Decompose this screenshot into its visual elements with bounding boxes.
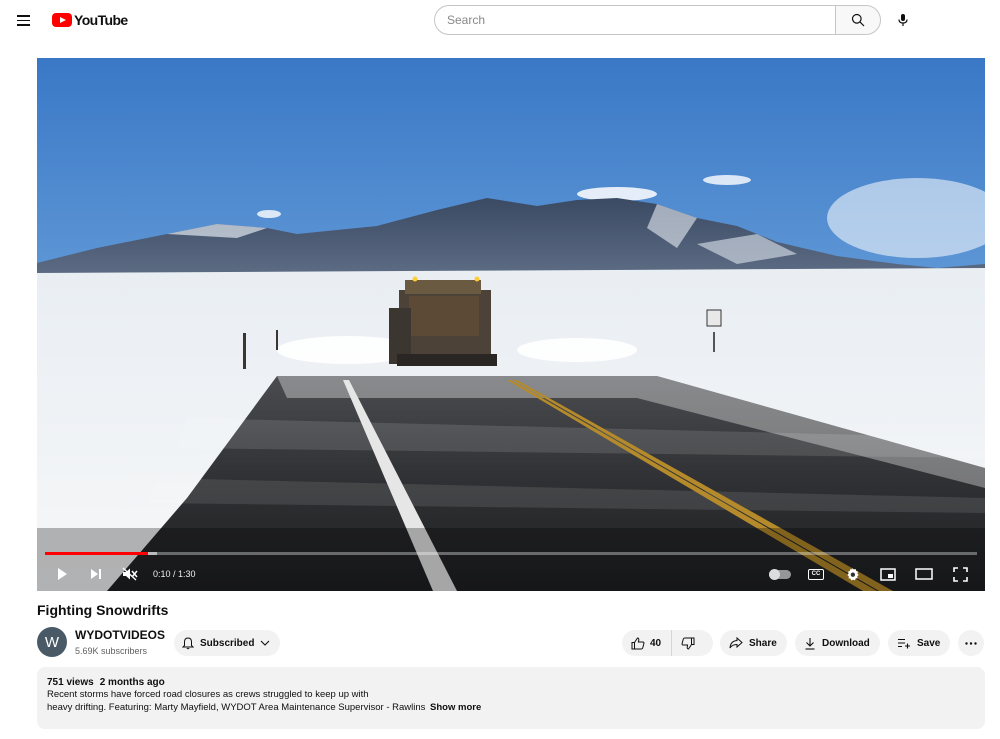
description-line-1: Recent storms have forced road closures … bbox=[47, 689, 369, 700]
video-frame bbox=[37, 58, 985, 591]
guide-menu-icon[interactable] bbox=[14, 10, 34, 30]
voice-search-button[interactable] bbox=[889, 6, 917, 34]
video-title: Fighting Snowdrifts bbox=[37, 602, 169, 618]
share-button[interactable]: Share bbox=[720, 630, 787, 656]
captions-icon: CC bbox=[808, 568, 824, 580]
captions-button[interactable]: CC bbox=[801, 562, 831, 586]
subscribed-label: Subscribed bbox=[200, 637, 255, 649]
player-controls-right: CC bbox=[759, 562, 975, 586]
fullscreen-button[interactable] bbox=[945, 562, 975, 586]
like-button[interactable]: 40 bbox=[622, 630, 673, 656]
chevron-down-icon bbox=[261, 640, 270, 646]
download-button[interactable]: Download bbox=[795, 630, 880, 656]
thumbs-down-icon bbox=[681, 637, 695, 650]
time-display: 0:10 / 1:30 bbox=[153, 569, 196, 579]
channel-avatar[interactable]: W bbox=[37, 627, 67, 657]
theater-mode-button[interactable] bbox=[909, 562, 939, 586]
player-controls-left: 0:10 / 1:30 bbox=[47, 562, 196, 586]
play-button[interactable] bbox=[47, 562, 77, 586]
subscribed-button[interactable]: Subscribed bbox=[174, 630, 281, 656]
autoplay-toggle-icon bbox=[769, 568, 791, 580]
progress-played bbox=[45, 552, 149, 555]
subscriber-count: 5.69K subscribers bbox=[75, 646, 148, 656]
more-actions-button[interactable] bbox=[958, 630, 984, 656]
like-count: 40 bbox=[650, 637, 662, 649]
more-horizontal-icon bbox=[965, 641, 977, 645]
save-to-playlist-icon bbox=[898, 638, 910, 648]
save-button[interactable]: Save bbox=[888, 630, 951, 656]
download-icon bbox=[805, 637, 815, 650]
save-label: Save bbox=[917, 637, 941, 649]
show-more-link[interactable]: Show more bbox=[430, 702, 481, 713]
upload-date: 2 months ago bbox=[99, 677, 165, 688]
search-button[interactable] bbox=[835, 5, 881, 35]
masthead: YouTube bbox=[0, 0, 1000, 40]
share-label: Share bbox=[749, 637, 777, 649]
mute-button[interactable] bbox=[115, 562, 145, 586]
search-input[interactable] bbox=[434, 5, 835, 35]
description-box[interactable]: 751 views 2 months ago Recent storms have… bbox=[37, 667, 985, 729]
download-label: Download bbox=[822, 637, 870, 649]
theater-mode-icon bbox=[915, 568, 933, 580]
view-count: 751 views bbox=[47, 677, 94, 688]
miniplayer-icon bbox=[880, 567, 896, 581]
youtube-logo[interactable]: YouTube bbox=[52, 11, 128, 29]
next-button[interactable] bbox=[81, 562, 111, 586]
autoplay-toggle[interactable] bbox=[765, 562, 795, 586]
next-icon bbox=[91, 569, 101, 579]
description-line-2-wrap: heavy drifting. Featuring: Marty Mayfiel… bbox=[47, 701, 975, 714]
description-meta: 751 views 2 months ago bbox=[47, 677, 975, 688]
video-player[interactable]: 0:10 / 1:30 CC bbox=[37, 58, 985, 591]
search-icon bbox=[851, 13, 865, 27]
share-icon bbox=[729, 637, 743, 649]
channel-name[interactable]: WYDOTVIDEOS bbox=[75, 628, 165, 642]
play-icon bbox=[58, 568, 67, 580]
fullscreen-icon bbox=[952, 566, 968, 582]
progress-bar[interactable] bbox=[45, 552, 977, 555]
like-dislike-group: 40 bbox=[622, 630, 713, 656]
bell-icon bbox=[182, 636, 194, 649]
settings-button[interactable] bbox=[837, 562, 867, 586]
thumbs-up-icon bbox=[631, 636, 645, 649]
miniplayer-button[interactable] bbox=[873, 562, 903, 586]
description-line-2: heavy drifting. Featuring: Marty Mayfiel… bbox=[47, 702, 426, 713]
logo-text: YouTube bbox=[74, 12, 128, 28]
search-box bbox=[434, 5, 881, 35]
youtube-play-logo-icon bbox=[52, 13, 72, 27]
muted-volume-icon bbox=[122, 567, 138, 581]
microphone-icon bbox=[898, 14, 908, 26]
dislike-button[interactable] bbox=[672, 630, 695, 656]
gear-icon bbox=[846, 567, 859, 580]
